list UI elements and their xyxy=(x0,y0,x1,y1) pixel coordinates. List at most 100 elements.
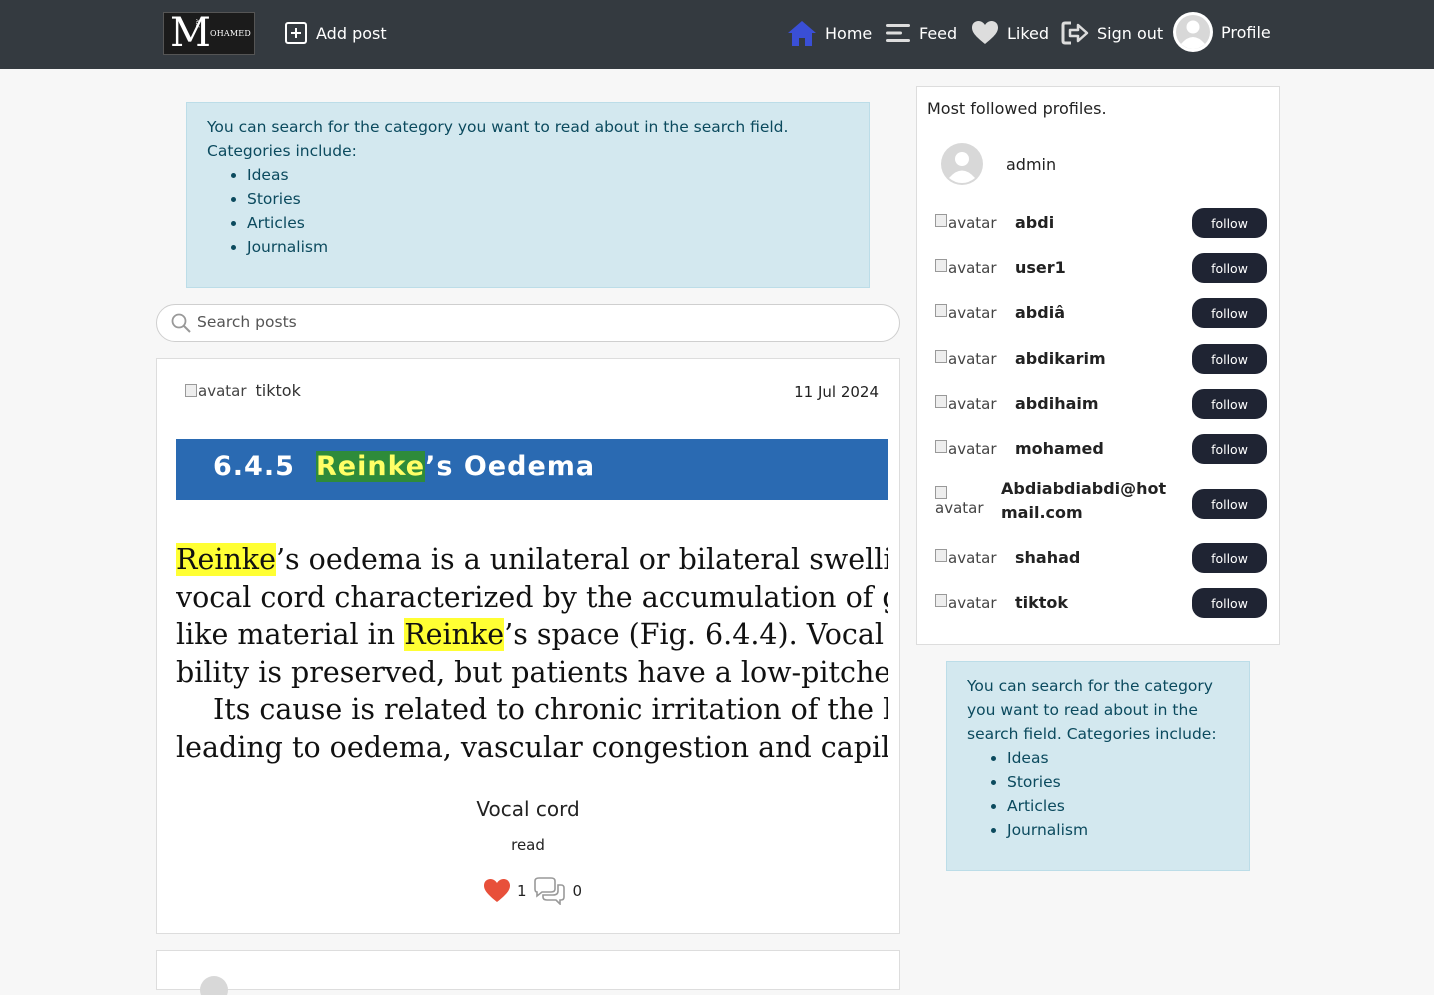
image-line: Reinke’s oedema is a unilateral or bilat… xyxy=(176,541,888,579)
logo-letter: M xyxy=(170,12,211,55)
category-notice-side: You can search for the category you want… xyxy=(946,661,1250,871)
nav-home[interactable]: Home xyxy=(787,14,872,52)
profile-name[interactable]: mohamed xyxy=(1015,439,1104,458)
avatar-alt-text: avatar xyxy=(948,214,997,232)
follow-button[interactable]: follow xyxy=(1192,344,1267,374)
plus-square-icon xyxy=(285,22,307,44)
avatar-alt-text: avatar xyxy=(948,549,997,567)
follow-button[interactable]: follow xyxy=(1192,253,1267,283)
profile-row: avatar tiktok follow xyxy=(935,588,1267,618)
admin-profile[interactable]: admin xyxy=(941,143,1056,185)
profile-avatar: avatar xyxy=(935,259,997,277)
category-item: Articles xyxy=(247,211,849,235)
profile-avatar-icon xyxy=(1173,12,1213,52)
broken-image-icon xyxy=(935,395,947,408)
sign-out-icon xyxy=(1061,21,1089,45)
feed-icon xyxy=(886,24,910,42)
follow-button[interactable]: follow xyxy=(1192,588,1267,618)
profile-name[interactable]: abdikarim xyxy=(1015,349,1106,368)
image-line: like material in Reinke’s space (Fig. 6.… xyxy=(176,616,888,654)
image-text: like material in xyxy=(176,618,405,651)
post-author-name[interactable]: tiktok xyxy=(256,381,301,400)
post-card: avatar tiktok 11 Jul 2024 6.4.5 Reinke’s… xyxy=(156,358,900,934)
profile-name[interactable]: user1 xyxy=(1015,258,1066,277)
image-section-number: 6.4.5 xyxy=(213,451,295,482)
avatar-alt-text: avatar xyxy=(948,395,997,413)
profile-avatar: avatar xyxy=(935,395,997,413)
home-icon xyxy=(788,21,816,46)
avatar-icon xyxy=(200,976,228,995)
default-avatar-icon xyxy=(941,143,983,185)
image-title-rest: ’s Oedema xyxy=(425,451,596,482)
profile-avatar: avatar xyxy=(935,440,997,458)
nav-sign-out[interactable]: Sign out xyxy=(1061,14,1163,52)
image-highlight: Reinke xyxy=(176,543,276,576)
profile-avatar: avatar xyxy=(935,304,997,322)
logo-tiny-text: ALI xyxy=(194,19,200,28)
category-item: Stories xyxy=(247,187,849,211)
search-bar[interactable] xyxy=(156,304,900,342)
post-card xyxy=(156,950,900,995)
profile-avatar: avatar xyxy=(935,350,997,368)
post-image[interactable]: 6.4.5 Reinke’s Oedema Reinke’s oedema is… xyxy=(176,439,888,779)
category-notice: You can search for the category you want… xyxy=(186,102,870,288)
add-post-label: Add post xyxy=(316,23,387,43)
image-text: ’s space (Fig. 6.4.4). Vocal cord mo- xyxy=(504,618,888,651)
profile-name[interactable]: abdihaim xyxy=(1015,394,1099,413)
profile-name[interactable]: tiktok xyxy=(1015,593,1068,612)
broken-image-icon xyxy=(935,594,947,607)
image-line: bility is preserved, but patients have a… xyxy=(176,655,888,689)
admin-name[interactable]: admin xyxy=(1006,155,1056,174)
panel-title: Most followed profiles. xyxy=(927,99,1107,118)
image-line: leading to oedema, vascular congestion a… xyxy=(176,730,888,764)
profile-name[interactable]: Abdiabdiabdi@hotmail.com xyxy=(1001,477,1177,525)
nav-liked-label: Liked xyxy=(1007,23,1050,43)
follow-button[interactable]: follow xyxy=(1192,543,1267,573)
logo-text: OHAMED xyxy=(210,29,251,38)
follow-button[interactable]: follow xyxy=(1192,434,1267,464)
nav-profile[interactable]: Profile xyxy=(1173,12,1271,52)
comment-count: 0 xyxy=(572,882,583,900)
post-date: 11 Jul 2024 xyxy=(794,383,879,401)
search-icon xyxy=(171,313,191,333)
category-notice-text: You can search for the category you want… xyxy=(207,118,789,160)
broken-image-icon xyxy=(935,549,947,562)
author-avatar: avatar xyxy=(185,382,247,400)
follow-button[interactable]: follow xyxy=(1192,298,1267,328)
follow-button[interactable]: follow xyxy=(1192,208,1267,238)
avatar-alt-text: avatar xyxy=(948,304,997,322)
like-heart-icon[interactable] xyxy=(483,878,511,904)
avatar-alt-text: avatar xyxy=(935,499,984,517)
profile-avatar: avatar xyxy=(935,214,997,232)
post-author[interactable]: avatar tiktok xyxy=(185,381,301,400)
comment-icon[interactable] xyxy=(531,877,567,905)
category-item: Ideas xyxy=(247,163,849,187)
image-banner: 6.4.5 Reinke’s Oedema xyxy=(176,439,888,500)
nav-home-label: Home xyxy=(825,23,873,43)
profile-name[interactable]: abdiâ xyxy=(1015,303,1065,322)
category-item: Journalism xyxy=(247,235,849,259)
profile-name[interactable]: shahad xyxy=(1015,548,1080,567)
post-title[interactable]: Vocal cord xyxy=(157,797,899,821)
navbar: M ALI OHAMED Add post Home Feed Liked Si… xyxy=(0,0,1434,69)
profile-row: avatar shahad follow xyxy=(935,543,1267,573)
broken-image-icon xyxy=(935,350,947,363)
avatar-alt-text: avatar xyxy=(198,381,247,400)
follow-button[interactable]: follow xyxy=(1192,389,1267,419)
nav-liked[interactable]: Liked xyxy=(971,14,1049,52)
follow-button[interactable]: follow xyxy=(1192,489,1267,519)
read-link[interactable]: read xyxy=(157,836,899,854)
nav-feed[interactable]: Feed xyxy=(885,14,957,52)
profile-row: avatar mohamed follow xyxy=(935,434,1267,464)
search-input[interactable] xyxy=(197,313,877,331)
most-followed-panel: Most followed profiles. admin avatar abdi… xyxy=(916,86,1280,645)
image-section-title: Reinke’s Oedema xyxy=(316,451,595,482)
add-post-button[interactable]: Add post xyxy=(284,14,387,52)
profile-name[interactable]: abdi xyxy=(1015,213,1054,232)
post-stats: 1 0 xyxy=(483,877,582,905)
nav-profile-label: Profile xyxy=(1221,22,1271,42)
site-logo[interactable]: M ALI OHAMED xyxy=(163,12,255,55)
image-text: ’s oedema is a unilateral or bilateral s… xyxy=(275,543,888,576)
profile-row: avatar user1 follow xyxy=(935,253,1267,283)
category-list: Ideas Stories Articles Journalism xyxy=(207,163,849,259)
